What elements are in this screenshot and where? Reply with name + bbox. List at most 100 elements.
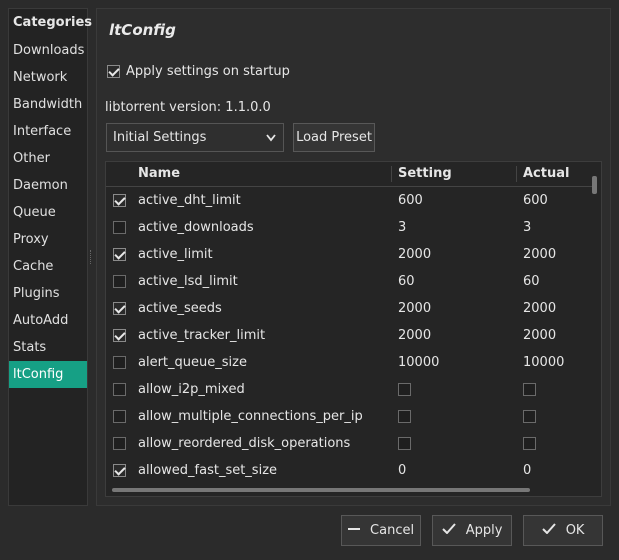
setting-name: active_seeds — [138, 301, 222, 316]
sidebar-item-downloads[interactable]: Downloads — [9, 37, 87, 64]
ok-button[interactable]: OK — [523, 515, 603, 546]
column-header-name[interactable]: Name — [138, 162, 180, 186]
table-row[interactable]: alert_queue_size 10000 10000 — [106, 349, 594, 376]
vertical-scroll-thumb[interactable] — [592, 176, 597, 194]
table-header: Name Setting Actual — [106, 162, 594, 187]
actual-value: 600 — [523, 193, 548, 208]
ltconfig-panel: ltConfig Apply settings on startup libto… — [96, 8, 611, 506]
setting-value-checkbox[interactable] — [398, 437, 411, 450]
sidebar-item-cache[interactable]: Cache — [9, 253, 87, 280]
horizontal-scrollbar[interactable] — [112, 488, 592, 492]
sidebar-item-proxy[interactable]: Proxy — [9, 226, 87, 253]
sidebar-item-autoadd[interactable]: AutoAdd — [9, 307, 87, 334]
sidebar-item-ltconfig[interactable]: ltConfig — [9, 361, 87, 388]
setting-value[interactable]: 600 — [398, 187, 423, 214]
row-enable-cell — [113, 295, 126, 322]
setting-value[interactable]: 2000 — [398, 322, 431, 349]
row-enable-checkbox[interactable] — [113, 464, 126, 477]
setting-name: active_lsd_limit — [138, 274, 238, 289]
actual-value: 2000 — [523, 247, 557, 262]
setting-value[interactable]: 0 — [398, 457, 406, 484]
setting-value[interactable]: 3 — [398, 214, 406, 241]
table-row[interactable]: allow_i2p_mixed — [106, 376, 594, 403]
setting-value[interactable] — [398, 376, 411, 403]
setting-value[interactable]: 10000 — [398, 349, 439, 376]
row-enable-checkbox[interactable] — [113, 329, 126, 342]
table-row[interactable]: allowed_fast_set_size 0 0 — [106, 457, 594, 484]
actual-value: 10000 — [523, 355, 565, 370]
setting-name: alert_queue_size — [138, 355, 247, 370]
sidebar-item-network[interactable]: Network — [9, 64, 87, 91]
apply-on-startup-checkbox[interactable] — [107, 65, 120, 78]
categories-header: Categories — [13, 15, 93, 30]
row-enable-cell — [113, 349, 126, 376]
column-header-actual[interactable]: Actual — [523, 162, 569, 186]
table-row[interactable]: allow_multiple_connections_per_ip — [106, 403, 594, 430]
sidebar-item-plugins[interactable]: Plugins — [9, 280, 87, 307]
row-enable-checkbox[interactable] — [113, 221, 126, 234]
table-row[interactable]: allow_reordered_disk_operations — [106, 430, 594, 457]
sidebar-item-bandwidth[interactable]: Bandwidth — [9, 91, 87, 118]
setting-name: active_tracker_limit — [138, 328, 266, 343]
row-enable-cell — [113, 322, 126, 349]
row-enable-cell — [113, 403, 126, 430]
table-row[interactable]: active_seeds 2000 2000 — [106, 295, 594, 322]
table-row[interactable]: active_dht_limit 600 600 — [106, 187, 594, 214]
actual-value: 0 — [523, 463, 532, 478]
apply-button[interactable]: Apply — [432, 515, 512, 546]
row-enable-cell — [113, 430, 126, 457]
actual-value: 3 — [523, 220, 532, 235]
cancel-button[interactable]: Cancel — [341, 515, 421, 546]
row-enable-checkbox[interactable] — [113, 410, 126, 423]
setting-name: allow_reordered_disk_operations — [138, 436, 351, 451]
sidebar-item-other[interactable]: Other — [9, 145, 87, 172]
row-enable-cell — [113, 241, 126, 268]
column-separator — [391, 166, 392, 182]
minus-icon — [347, 523, 364, 538]
setting-value-checkbox[interactable] — [398, 383, 411, 396]
ok-label: OK — [565, 523, 585, 538]
actual-value — [523, 376, 536, 403]
row-enable-cell — [113, 214, 126, 241]
setting-value[interactable] — [398, 403, 411, 430]
column-header-setting[interactable]: Setting — [398, 162, 452, 186]
setting-name: allow_i2p_mixed — [138, 382, 245, 397]
row-enable-checkbox[interactable] — [113, 302, 126, 315]
splitter-handle[interactable] — [90, 250, 93, 264]
apply-on-startup-option[interactable]: Apply settings on startup — [107, 64, 290, 79]
table-row[interactable]: active_lsd_limit 60 60 — [106, 268, 594, 295]
sidebar-item-interface[interactable]: Interface — [9, 118, 87, 145]
sidebar-item-queue[interactable]: Queue — [9, 199, 87, 226]
row-enable-checkbox[interactable] — [113, 275, 126, 288]
apply-on-startup-label: Apply settings on startup — [126, 64, 290, 79]
row-enable-checkbox[interactable] — [113, 437, 126, 450]
setting-value[interactable] — [398, 430, 411, 457]
table-row[interactable]: active_tracker_limit 2000 2000 — [106, 322, 594, 349]
setting-value[interactable]: 60 — [398, 268, 415, 295]
check-icon — [441, 523, 460, 538]
vertical-scrollbar[interactable] — [592, 166, 597, 486]
settings-table: Name Setting Actual active_dht_limit 600 6… — [105, 161, 602, 497]
row-enable-checkbox[interactable] — [113, 248, 126, 261]
setting-value[interactable]: 2000 — [398, 241, 431, 268]
table-row[interactable]: active_limit 2000 2000 — [106, 241, 594, 268]
horizontal-scroll-thumb[interactable] — [112, 488, 530, 492]
sidebar-item-stats[interactable]: Stats — [9, 334, 87, 361]
preset-select[interactable]: Initial Settings — [106, 123, 284, 152]
actual-value — [523, 403, 536, 430]
load-preset-button[interactable]: Load Preset — [293, 123, 375, 152]
setting-value-checkbox[interactable] — [398, 410, 411, 423]
sidebar-item-daemon[interactable]: Daemon — [9, 172, 87, 199]
row-enable-checkbox[interactable] — [113, 194, 126, 207]
row-enable-checkbox[interactable] — [113, 356, 126, 369]
table-row[interactable]: active_downloads 3 3 — [106, 214, 594, 241]
row-enable-cell — [113, 376, 126, 403]
setting-name: allowed_fast_set_size — [138, 463, 278, 478]
row-enable-cell — [113, 457, 126, 484]
setting-name: allow_multiple_connections_per_ip — [138, 409, 363, 424]
row-enable-checkbox[interactable] — [113, 383, 126, 396]
setting-value[interactable]: 2000 — [398, 295, 431, 322]
preset-select-value: Initial Settings — [113, 130, 207, 145]
setting-name: active_dht_limit — [138, 193, 241, 208]
actual-value: 60 — [523, 274, 540, 289]
